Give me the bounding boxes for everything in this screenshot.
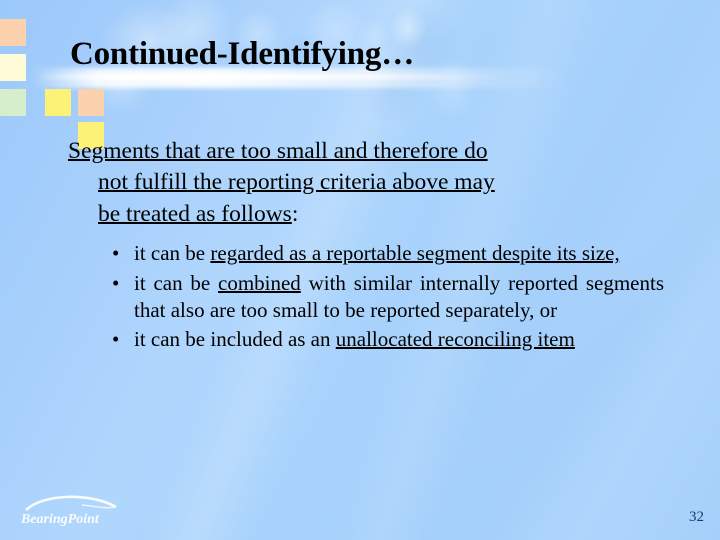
square-peach-top-left (0, 19, 26, 46)
intro-paragraph: Segments that are too small and therefor… (68, 136, 664, 230)
bullet-2-underlined: combined (218, 270, 301, 295)
presentation-slide: Continued-Identifying… Segments that are… (0, 0, 720, 540)
intro-line-3-colon: : (291, 200, 299, 227)
list-item: • it can be included as an unallocated r… (68, 326, 664, 353)
bullet-text-3: it can be included as an unallocated rec… (134, 326, 664, 353)
intro-line-3: be treated as follows: (68, 199, 664, 230)
bullet-3-plain: it can be included as an (134, 327, 336, 352)
bullet-1-plain: it can be (134, 241, 211, 266)
list-item: • it can be combined with similar intern… (68, 270, 664, 325)
bullet-marker-icon: • (112, 327, 120, 352)
bullet-2-plain-prefix: it can be (134, 270, 218, 295)
square-cream-mid-left (0, 54, 26, 81)
bullet-marker-icon: • (112, 270, 120, 295)
bullet-text-1: it can be regarded as a reportable segme… (134, 240, 664, 267)
title-underline-flare-core (34, 74, 504, 80)
square-peach-col3 (78, 89, 104, 116)
intro-line-2: not fulfill the reporting criteria above… (98, 169, 495, 196)
bullet-text-2: it can be combined with similar internal… (134, 270, 664, 325)
bullet-list: • it can be regarded as a reportable seg… (68, 240, 664, 353)
bullet-marker-icon: • (112, 241, 120, 266)
bullet-3-underlined: unallocated reconciling item (335, 327, 575, 352)
square-yellow-col2 (45, 89, 71, 116)
bearingpoint-logo: BearingPoint (20, 492, 124, 526)
slide-title: Continued-Identifying… (70, 36, 415, 72)
intro-line-1: Segments that are too small and therefor… (68, 138, 488, 164)
slide-body: Segments that are too small and therefor… (68, 136, 664, 356)
square-green-bottom-left (0, 89, 26, 116)
bullet-1-underlined: regarded as a reportable segment despite… (210, 241, 620, 266)
page-number: 32 (689, 509, 704, 525)
list-item: • it can be regarded as a reportable seg… (68, 240, 664, 267)
bearingpoint-wordmark: BearingPoint (20, 512, 100, 526)
intro-line-3-underlined: be treated as follows (98, 200, 292, 227)
